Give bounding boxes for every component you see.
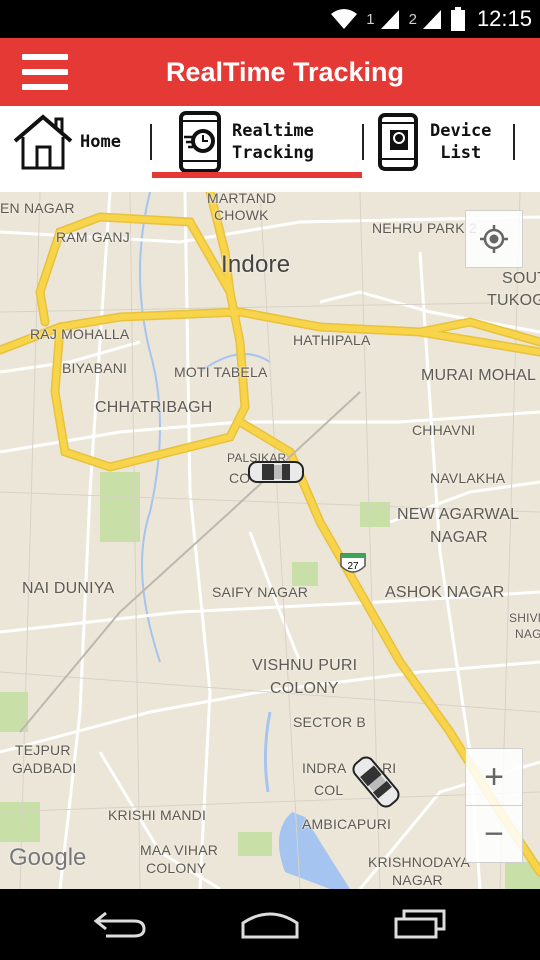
house-icon (13, 114, 73, 170)
tab-device-label-line2: List (440, 143, 482, 163)
map-label: SAIFY NAGAR (212, 584, 309, 600)
map-label: KRISHI MANDI (108, 807, 207, 823)
highway-shield-number: 27 (347, 561, 359, 572)
signal-icon (422, 10, 441, 29)
map-label: NAGAR (430, 529, 488, 546)
tab-home-label: Home (80, 132, 121, 152)
map-label: SOUT (502, 270, 540, 287)
map-label: MURAI MOHAL (421, 367, 537, 384)
map-label: COL (314, 782, 344, 798)
map-label: COLONY (146, 860, 207, 876)
map-label: SHIVN (509, 611, 540, 625)
tab-divider (150, 124, 152, 160)
zoom-in-button[interactable]: + (465, 748, 523, 806)
tab-tracking-label-line1: Realtime (232, 121, 314, 141)
navigation-bar (0, 889, 540, 960)
content-spacer (0, 178, 540, 192)
map-label: CHOWK (214, 207, 269, 223)
map-label: NEHRU PARK 2 (372, 220, 477, 236)
minus-icon: − (484, 815, 504, 853)
zoom-out-button[interactable]: − (465, 805, 523, 863)
back-button[interactable] (80, 899, 160, 949)
map-label: BIYABANI (62, 360, 128, 376)
clock: 12:15 (476, 6, 532, 31)
map-label: NAG (515, 627, 540, 641)
map-label: NAGAR (392, 872, 443, 888)
tab-divider (513, 124, 515, 160)
map-label: SECTOR B (293, 714, 366, 730)
tab-home[interactable]: Home (12, 106, 144, 178)
map-label: MAA VIHAR (140, 842, 219, 858)
map-label: GADBADI (12, 760, 77, 776)
back-icon (93, 911, 146, 938)
map-view[interactable]: EN NAGAR MARTAND CHOWK NEHRU PARK 2 RAM … (0, 192, 540, 889)
recents-button[interactable] (380, 899, 460, 949)
city-label: Indore (221, 251, 291, 278)
map-label: NAVLAKHA (430, 470, 506, 486)
map-label: NEW AGARWAL (397, 506, 520, 523)
tab-divider (362, 124, 364, 160)
map-label: VISHNU PURI (252, 657, 358, 674)
map-label: HATHIPALA (293, 332, 371, 348)
map-label: KRISHNODAYA (368, 854, 471, 870)
vehicle-marker[interactable] (246, 458, 306, 486)
app-bar: RealTime Tracking (0, 38, 540, 106)
tab-tracking-label-line2: Tracking (232, 143, 314, 163)
wifi-icon (331, 9, 358, 29)
my-location-button[interactable] (465, 210, 523, 268)
map-label: CHHATRIBAGH (95, 399, 213, 416)
crosshair-icon (480, 225, 508, 253)
app-title: RealTime Tracking (165, 57, 405, 87)
map-label: COLONY (270, 680, 339, 697)
phone-tracking-icon (179, 111, 221, 173)
map-label: NAI DUNIYA (22, 580, 115, 597)
sim2-label: 2 (408, 10, 417, 28)
status-bar: 1 2 12:15 (0, 0, 540, 38)
map-label: RAM GANJ (56, 229, 130, 245)
map-label: TUKOG (487, 292, 540, 309)
highway-shield-icon: 27 (340, 553, 366, 573)
map-label: EN NAGAR (0, 200, 75, 216)
battery-icon (450, 7, 465, 31)
tab-realtime-tracking[interactable]: Realtime Tracking (178, 106, 358, 178)
recents-icon (394, 909, 446, 939)
sim1-label: 1 (366, 10, 375, 28)
signal-icon (380, 10, 399, 29)
plus-icon: + (484, 758, 504, 796)
tab-bar: Home Realtime Tracking Device List (0, 106, 540, 179)
home-button[interactable] (230, 899, 310, 949)
home-nav-icon (241, 912, 299, 939)
map-label: CHHAVNI (412, 422, 476, 438)
google-attribution: Google (9, 844, 87, 871)
tab-device-list[interactable]: Device List (378, 106, 512, 178)
map-label: AMBICAPURI (302, 816, 392, 832)
tab-device-label-line1: Device (430, 121, 492, 141)
map-label: MARTAND (207, 192, 277, 206)
map-label: INDRA (302, 760, 347, 776)
map-label: RAJ MOHALLA (30, 326, 130, 342)
map-label: MOTI TABELA (174, 364, 268, 380)
phone-device-icon (378, 113, 418, 171)
map-label: ASHOK NAGAR (385, 584, 505, 601)
map-label: TEJPUR (15, 742, 71, 758)
vehicle-marker[interactable] (346, 752, 406, 812)
